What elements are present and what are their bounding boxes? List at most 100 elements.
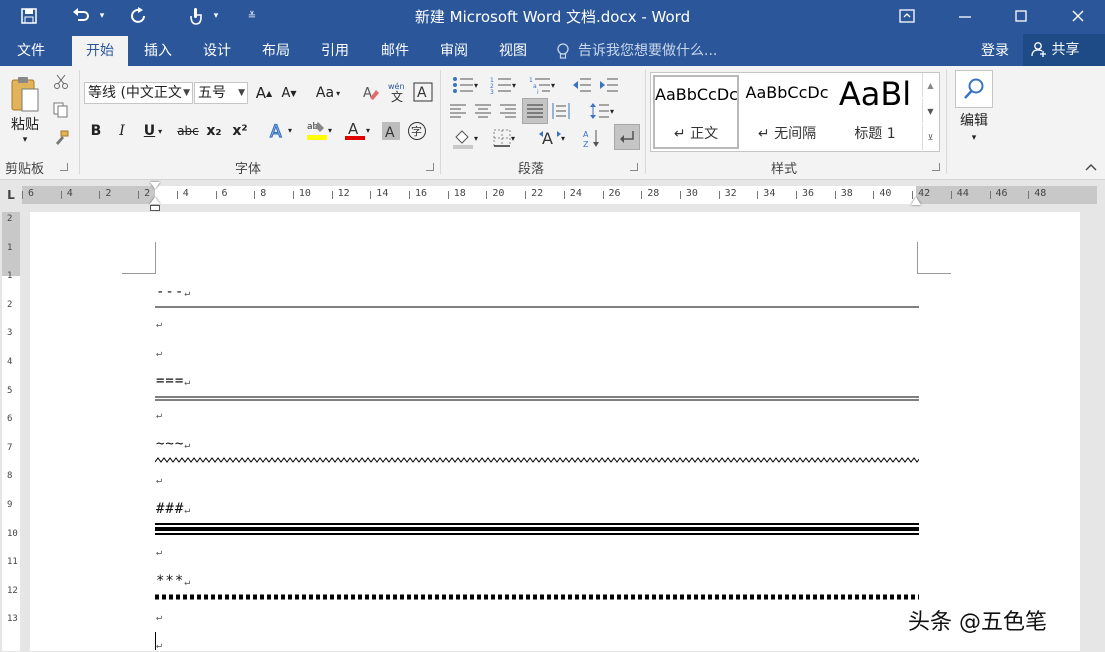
horizontal-ruler[interactable]: 6 4 2 2 4 6 8 10 12 14 16 18 20 22 24 26 28 30 32 34 36 38 40 4… bbox=[22, 186, 1097, 204]
paragraph-hashes[interactable]: ###↵ bbox=[156, 501, 191, 517]
align-left-icon[interactable] bbox=[447, 100, 469, 122]
strikethrough-button[interactable]: abc bbox=[175, 120, 201, 142]
paragraph-group-label: 段落 bbox=[518, 162, 545, 177]
align-center-icon[interactable] bbox=[472, 100, 494, 122]
svg-text:A: A bbox=[417, 85, 427, 101]
paste-button[interactable] bbox=[4, 72, 46, 118]
tell-me-search[interactable]: 告诉我您想要做什么... bbox=[578, 36, 717, 66]
tab-design[interactable]: 设计 bbox=[192, 36, 242, 66]
right-indent-marker[interactable] bbox=[911, 197, 921, 205]
paragraph-equals[interactable]: ===↵ bbox=[156, 373, 191, 389]
format-painter-icon[interactable] bbox=[50, 128, 72, 148]
empty-paragraph[interactable]: ↵ bbox=[156, 406, 163, 422]
character-shading-icon[interactable]: A bbox=[380, 120, 402, 142]
numbering-icon[interactable]: 1 2 3 ▾ bbox=[485, 74, 521, 96]
sign-in-link[interactable]: 登录 bbox=[981, 36, 1009, 66]
left-indent-marker[interactable] bbox=[150, 205, 160, 211]
clipboard-launcher-icon[interactable] bbox=[60, 163, 68, 171]
first-line-indent-marker[interactable] bbox=[150, 182, 160, 189]
ruler-tick bbox=[409, 191, 410, 199]
font-launcher-icon[interactable] bbox=[426, 163, 434, 171]
copy-icon[interactable] bbox=[50, 100, 72, 120]
grow-font-icon[interactable]: A ▲ bbox=[253, 82, 275, 104]
increase-indent-icon[interactable] bbox=[598, 74, 620, 96]
cut-icon[interactable] bbox=[50, 72, 72, 92]
clear-formatting-icon[interactable]: A bbox=[360, 82, 382, 104]
paste-label[interactable]: 粘贴 bbox=[4, 114, 46, 134]
styles-launcher-icon[interactable] bbox=[932, 163, 940, 171]
paragraph-tildes[interactable]: ~~~↵ bbox=[156, 436, 191, 452]
chinese-layout-icon[interactable]: A ▾ bbox=[534, 126, 570, 150]
minimize-icon[interactable] bbox=[950, 0, 980, 32]
maximize-icon[interactable] bbox=[1006, 0, 1036, 32]
styles-more-icon[interactable]: ⊻ bbox=[922, 124, 938, 150]
find-icon[interactable] bbox=[955, 70, 993, 108]
ribbon-display-options-icon[interactable] bbox=[892, 0, 922, 32]
clipboard-icon bbox=[11, 77, 39, 112]
line-spacing-icon[interactable]: ▾ bbox=[584, 100, 620, 122]
italic-button[interactable]: I bbox=[112, 120, 132, 142]
justify-icon[interactable] bbox=[522, 98, 548, 124]
tab-review[interactable]: 审阅 bbox=[429, 36, 479, 66]
empty-paragraph[interactable]: ↵ bbox=[156, 315, 163, 331]
change-case-button[interactable]: Aa ▾ bbox=[309, 82, 347, 104]
tab-selector-icon[interactable]: L bbox=[4, 187, 18, 203]
underline-label: U bbox=[143, 123, 156, 139]
vertical-ruler[interactable]: 2 1 1 2 3 4 5 6 7 8 9 10 11 12 13 bbox=[2, 212, 20, 651]
editing-button-label[interactable]: 编辑 bbox=[950, 110, 998, 130]
underline-button[interactable]: U ▾ bbox=[137, 120, 169, 142]
tab-layout[interactable]: 布局 bbox=[251, 36, 301, 66]
align-right-icon[interactable] bbox=[497, 100, 519, 122]
tab-view[interactable]: 视图 bbox=[488, 36, 538, 66]
empty-paragraph[interactable]: ↵ bbox=[156, 471, 163, 487]
font-color-icon[interactable]: A ▾ bbox=[339, 118, 375, 142]
ruler-number: 36 bbox=[802, 188, 815, 199]
style-heading-1[interactable]: AaBl 标题 1 bbox=[835, 75, 915, 149]
share-button[interactable]: 共享 bbox=[1023, 34, 1105, 66]
borders-icon[interactable]: ▾ bbox=[486, 126, 522, 150]
close-icon[interactable] bbox=[1063, 0, 1093, 32]
collapse-ribbon-icon[interactable] bbox=[1082, 160, 1100, 174]
shading-icon[interactable]: ▾ bbox=[447, 126, 483, 150]
paragraph-mark: ↵ bbox=[184, 577, 192, 588]
tab-file[interactable]: 文件 bbox=[6, 36, 56, 66]
empty-paragraph[interactable]: ↵ bbox=[156, 608, 163, 624]
distributed-icon[interactable] bbox=[550, 100, 572, 122]
document-page[interactable]: ---↵ ↵ ↵ ===↵ ↵ ~~~↵ ↵ ###↵ ↵ ***↵ ↵ ↵ bbox=[30, 212, 1080, 651]
multilevel-list-icon[interactable]: 1 a i ▾ bbox=[524, 74, 560, 96]
paragraph-launcher-icon[interactable] bbox=[630, 163, 638, 171]
style-normal[interactable]: AaBbCcDc ↵ 正文 bbox=[653, 75, 739, 149]
sort-icon[interactable]: AZ bbox=[581, 126, 603, 150]
bold-button[interactable]: B bbox=[86, 120, 106, 142]
subscript-button[interactable]: x₂ bbox=[203, 120, 225, 142]
tab-mailings[interactable]: 邮件 bbox=[370, 36, 420, 66]
font-name-dropdown-icon: ▼ bbox=[183, 88, 190, 98]
paragraph-dashes[interactable]: ---↵ bbox=[156, 284, 191, 300]
tab-insert[interactable]: 插入 bbox=[133, 36, 183, 66]
styles-scroll-down-icon[interactable]: ▼ bbox=[922, 99, 938, 123]
empty-paragraph[interactable]: ↵ bbox=[156, 636, 163, 652]
paste-dropdown-icon[interactable]: ▾ bbox=[15, 134, 35, 146]
empty-paragraph[interactable]: ↵ bbox=[156, 344, 163, 360]
shrink-font-icon[interactable]: A ▼ bbox=[278, 82, 300, 104]
tab-home[interactable]: 开始 bbox=[72, 36, 128, 66]
text-effects-icon[interactable]: A ▾ bbox=[263, 118, 297, 142]
show-formatting-marks-icon[interactable] bbox=[614, 124, 640, 150]
highlight-color-icon[interactable]: ab ▾ bbox=[301, 118, 337, 142]
enclose-characters-icon[interactable]: 字 bbox=[406, 120, 428, 142]
phonetic-guide-icon[interactable]: wén 文 bbox=[386, 80, 408, 104]
font-name-combo[interactable]: 等线 (中文正文 ▼ bbox=[84, 82, 193, 104]
decrease-indent-icon[interactable] bbox=[571, 74, 593, 96]
empty-paragraph[interactable]: ↵ bbox=[156, 543, 163, 559]
bullets-icon[interactable]: ▾ bbox=[447, 74, 483, 96]
styles-scroll-up-icon[interactable]: ▲ bbox=[922, 73, 938, 97]
hanging-indent-marker[interactable] bbox=[150, 197, 160, 204]
tab-references[interactable]: 引用 bbox=[310, 36, 360, 66]
style-name: ↵ 无间隔 bbox=[757, 126, 817, 142]
style-no-spacing[interactable]: AaBbCcDc ↵ 无间隔 bbox=[743, 75, 831, 149]
font-size-combo[interactable]: 五号 ▼ bbox=[194, 82, 248, 104]
superscript-button[interactable]: x² bbox=[229, 120, 251, 142]
editing-dropdown-icon[interactable]: ▾ bbox=[965, 132, 983, 144]
character-border-icon[interactable]: A bbox=[412, 81, 434, 103]
paragraph-asterisks[interactable]: ***↵ bbox=[156, 573, 191, 589]
